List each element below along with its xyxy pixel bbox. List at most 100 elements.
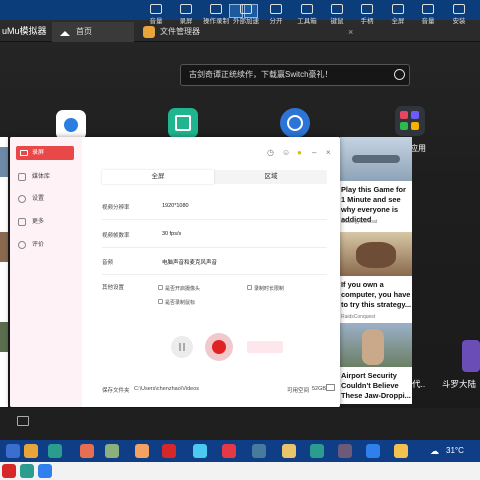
sidebar-item-settings[interactable]: 设置	[18, 192, 44, 206]
ad-source: StrategyCombat	[341, 219, 378, 225]
apk-icon	[453, 4, 465, 14]
resolution-value[interactable]: 1920*1080	[162, 203, 189, 209]
taskbar-app-icon[interactable]	[222, 444, 236, 458]
bottom-app-icon[interactable]	[38, 464, 52, 478]
checkbox[interactable]	[247, 285, 252, 290]
taskbar-app-icon[interactable]	[24, 444, 38, 458]
record-icon	[212, 340, 226, 354]
library-icon	[18, 173, 26, 181]
multi-window-icon[interactable]	[168, 108, 198, 138]
taskbar-app-icon[interactable]	[366, 444, 380, 458]
minimize-icon[interactable]: –	[312, 148, 316, 157]
game-icon[interactable]	[462, 340, 480, 372]
screen: { "emulator": { "title": "uMu模拟器", "tabs…	[0, 0, 480, 480]
taskbar-app-icon[interactable]	[252, 444, 266, 458]
tab-home[interactable]: 首页	[52, 22, 134, 42]
vip-icon[interactable]: ●	[297, 148, 302, 157]
taskbar-app-icon[interactable]	[162, 444, 176, 458]
toolbar-record[interactable]: 录屏	[171, 2, 201, 32]
ad-image	[340, 137, 412, 181]
bottom-app-icon[interactable]	[2, 464, 16, 478]
close-icon[interactable]: ×	[326, 148, 331, 157]
taskbar-app-icon[interactable]	[282, 444, 296, 458]
taskbar-app-icon[interactable]	[80, 444, 94, 458]
toolbar-label: 全屏	[391, 18, 405, 25]
taskbar-app-icon[interactable]	[394, 444, 408, 458]
search-bar[interactable]: 古剑奇谭正统续作，下载赢Switch豪礼！	[180, 64, 410, 86]
toolbar-label: 分开	[269, 18, 283, 25]
divider	[102, 274, 327, 275]
toolbar-label: 音量	[149, 18, 163, 25]
tab-fullscreen[interactable]: 全屏	[102, 170, 214, 184]
emulator-toolbar	[0, 408, 480, 440]
toolbar-toolbox[interactable]: 工具箱	[292, 2, 322, 32]
toolbar-volume[interactable]: 音量	[141, 2, 171, 32]
sidebar-item-library[interactable]: 媒体库	[18, 170, 50, 184]
toolbar-install[interactable]: 安装	[444, 2, 474, 32]
start-icon[interactable]	[6, 444, 20, 458]
search-placeholder: 古剑奇谭正统续作，下载赢Switch豪礼！	[189, 70, 333, 79]
mouse-option[interactable]: 是否录制鼠标	[158, 299, 195, 306]
toolbar-label: 操作录制	[203, 18, 229, 25]
toolbar-speed[interactable]: 外部加速	[231, 2, 261, 32]
folder-icon[interactable]	[326, 384, 335, 391]
speed-dial-icon[interactable]	[280, 108, 310, 138]
taskbar-app-icon[interactable]	[105, 444, 119, 458]
history-icon[interactable]: ◷	[267, 148, 274, 157]
sidebar-item-more[interactable]: 更多	[18, 215, 44, 229]
fullscreen-icon	[392, 4, 404, 14]
toolbar-volume-2[interactable]: 音量	[413, 2, 443, 32]
camera-option[interactable]: 是否开启摄像头	[158, 285, 200, 292]
taskbar	[0, 440, 480, 462]
toolbar-keyboard[interactable]: 键鼠	[322, 2, 352, 32]
toolbar-gamepad[interactable]: 手柄	[352, 2, 382, 32]
user-icon[interactable]: ☺	[282, 148, 290, 157]
record-icon	[180, 4, 192, 14]
ad-title: If you own a computer, you have to try t…	[341, 280, 412, 309]
sidebar-item-label: 媒体库	[32, 174, 51, 180]
pause-icon	[179, 343, 181, 351]
recorder-header[interactable]: 录屏	[16, 146, 74, 160]
home-button[interactable]	[12, 414, 34, 428]
bottom-app-icon[interactable]	[20, 464, 34, 478]
save-folder-path[interactable]: C:\Users\chenzhao\Videos	[134, 386, 199, 392]
sidebar-item-label: 设置	[32, 196, 45, 202]
taskbar-app-icon[interactable]	[193, 444, 207, 458]
checkbox[interactable]	[158, 285, 163, 290]
checkbox[interactable]	[158, 299, 163, 304]
toolbar-label: 键鼠	[330, 18, 344, 25]
temperature: 31°C	[446, 446, 464, 455]
ad-image	[340, 323, 412, 367]
audio-value[interactable]: 电脑声音和麦克风声音	[162, 258, 217, 266]
option-label: 录制时长限制	[254, 286, 285, 292]
stop-button[interactable]	[247, 341, 283, 353]
taskbar-app-icon[interactable]	[48, 444, 62, 458]
ad-image	[340, 232, 412, 276]
duration-limit-option[interactable]: 录制时长限制	[247, 285, 284, 292]
weather-icon: ☁	[430, 446, 439, 456]
sidebar-item-rate[interactable]: 评价	[18, 238, 44, 252]
split-icon	[270, 4, 282, 14]
free-space-label: 可用空间	[287, 388, 310, 394]
toolbar-fullscreen[interactable]: 全屏	[383, 2, 413, 32]
other-settings-label: 其他设置	[102, 285, 125, 291]
gear-icon	[18, 195, 26, 203]
home-icon	[17, 416, 29, 426]
toolbar-macro[interactable]: 操作录制	[201, 2, 231, 32]
framerate-value[interactable]: 30 fps/s	[162, 231, 181, 237]
toolbar-label: 外部加速	[233, 18, 259, 25]
tab-region[interactable]: 区域	[215, 170, 327, 184]
pause-button[interactable]	[171, 336, 193, 358]
taskbar-app-icon[interactable]	[135, 444, 149, 458]
volume-icon	[150, 4, 162, 14]
app-folder-icon[interactable]	[395, 106, 425, 136]
search-icon[interactable]	[394, 69, 405, 80]
app-store-icon[interactable]	[56, 110, 86, 140]
taskbar-app-icon[interactable]	[310, 444, 324, 458]
taskbar-app-icon[interactable]	[338, 444, 352, 458]
macro-icon	[210, 4, 222, 14]
record-button[interactable]	[205, 333, 233, 361]
ad-source: RaidsConquest	[341, 314, 376, 320]
toolbar-split[interactable]: 分开	[261, 2, 291, 32]
divider	[102, 219, 327, 220]
